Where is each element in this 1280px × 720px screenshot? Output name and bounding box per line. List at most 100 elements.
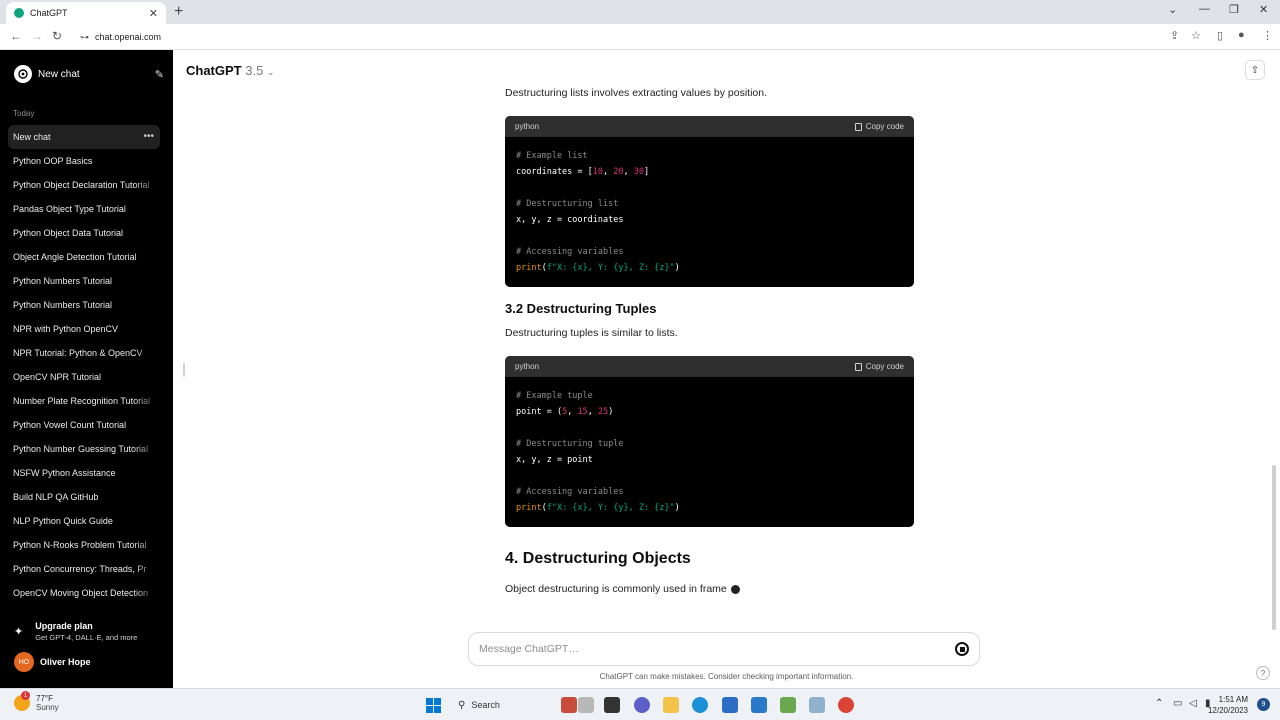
- compose-icon[interactable]: ✎: [155, 68, 164, 81]
- side-panel-icon[interactable]: ▯: [1217, 29, 1223, 42]
- code-text: ): [608, 407, 614, 417]
- paragraph-objects-text: Object destructuring is commonly used in…: [505, 583, 727, 595]
- vscode-icon[interactable]: [751, 697, 767, 713]
- history-item[interactable]: Number Plate Recognition Tutorial: [8, 389, 160, 413]
- bookmark-star-icon[interactable]: ☆: [1191, 29, 1201, 42]
- disclaimer-text: ChatGPT can make mistakes. Consider chec…: [599, 672, 854, 681]
- new-chat-label: New chat: [38, 68, 80, 80]
- chat-icon[interactable]: [634, 697, 650, 713]
- text-fade: [134, 461, 160, 485]
- sidebar-toggle-handle[interactable]: [183, 363, 185, 377]
- volume-icon[interactable]: ◁: [1189, 698, 1197, 709]
- share-chat-button[interactable]: ⇧: [1245, 60, 1265, 80]
- upload-icon: ⇧: [1250, 64, 1260, 76]
- history-item[interactable]: Python Vowel Count Tutorial: [8, 413, 160, 437]
- history-item-label: OpenCV Moving Object Detection: [13, 588, 149, 598]
- upgrade-plan-button[interactable]: ✦ Upgrade plan Get GPT-4, DALL·E, and mo…: [14, 621, 137, 642]
- scrollbar[interactable]: [1272, 465, 1276, 630]
- history-item[interactable]: Python Number Guessing Tutorial: [8, 437, 160, 461]
- history-item-label: Python Numbers Tutorial: [13, 300, 113, 310]
- new-tab-icon[interactable]: +: [174, 3, 183, 21]
- history-item[interactable]: Python Numbers Tutorial: [8, 269, 160, 293]
- windows-start-icon[interactable]: [426, 698, 441, 713]
- restore-icon[interactable]: ❐: [1229, 3, 1239, 16]
- stop-generating-button[interactable]: [955, 642, 969, 656]
- history-item[interactable]: Python OOP Basics: [8, 149, 160, 173]
- history-item[interactable]: NPR Tutorial: Python & OpenCV: [8, 341, 160, 365]
- app-icon-4[interactable]: [809, 697, 825, 713]
- section-heading-objects: 4. Destructuring Objects: [505, 550, 691, 567]
- copy-code-button[interactable]: Copy code: [854, 122, 904, 131]
- paragraph-objects: Object destructuring is commonly used in…: [505, 583, 740, 595]
- history-item[interactable]: Python Object Declaration Tutorial: [8, 173, 160, 197]
- code-text: x, y, z = point: [516, 455, 593, 465]
- store-icon[interactable]: [722, 697, 738, 713]
- model-version: 3.5: [245, 63, 264, 78]
- history-item-label: OpenCV NPR Tutorial: [13, 372, 102, 382]
- minimize-icon[interactable]: —: [1199, 3, 1210, 15]
- task-view-icon[interactable]: [604, 697, 620, 713]
- history-item-label: NPR with Python OpenCV: [13, 324, 119, 334]
- history-item[interactable]: Object Angle Detection Tutorial: [8, 245, 160, 269]
- profile-icon[interactable]: ●: [1238, 29, 1245, 41]
- text-fade: [134, 389, 160, 413]
- history-item-active[interactable]: New chat •••: [8, 125, 160, 149]
- model-name: ChatGPT: [186, 63, 242, 78]
- share-page-icon[interactable]: ⇪: [1170, 29, 1179, 42]
- history-item[interactable]: Build NLP QA GitHub: [8, 485, 160, 509]
- history-item[interactable]: OpenCV NPR Tutorial: [8, 365, 160, 389]
- url-field[interactable]: ⊶ chat.openai.com: [80, 27, 1200, 47]
- code-block-tuple: python Copy code # Example tuple point =…: [505, 356, 914, 527]
- app-icon-2[interactable]: [578, 697, 594, 713]
- history-item[interactable]: NSFW Python Assistance: [8, 461, 160, 485]
- reload-icon[interactable]: ↻: [52, 29, 62, 43]
- history-item[interactable]: Python Concurrency: Threads, Pr: [8, 557, 160, 581]
- notification-badge[interactable]: 9: [1257, 698, 1270, 711]
- text-fade: [134, 533, 160, 557]
- text-fade: [134, 221, 160, 245]
- address-bar-row: ← → ↻ ⊶ chat.openai.com ⇪ ☆ ▯ ● ⋮: [0, 24, 1280, 50]
- copy-code-label: Copy code: [865, 122, 904, 131]
- history-item-label: Python Numbers Tutorial: [13, 276, 113, 286]
- tab-search-icon[interactable]: ⌄: [1168, 3, 1177, 16]
- message-input[interactable]: [479, 643, 955, 655]
- tray-chevron-icon[interactable]: ⌃: [1155, 698, 1163, 709]
- close-tab-icon[interactable]: ✕: [149, 7, 158, 20]
- sun-icon: 1: [14, 691, 30, 711]
- copy-code-button[interactable]: Copy code: [854, 362, 904, 371]
- history-item[interactable]: OpenCV Moving Object Detection: [8, 581, 160, 605]
- browser-menu-icon[interactable]: ⋮: [1262, 29, 1273, 42]
- history-item[interactable]: Python Numbers Tutorial: [8, 293, 160, 317]
- history-item[interactable]: Python N-Rooks Problem Tutorial: [8, 533, 160, 557]
- browser-tab[interactable]: ChatGPT ✕: [6, 2, 166, 24]
- upgrade-subtitle: Get GPT-4, DALL·E, and more: [35, 633, 138, 642]
- main-panel: ChatGPT 3.5 ⌄ ⇧ Destructuring lists invo…: [173, 50, 1280, 688]
- back-icon[interactable]: ←: [10, 29, 22, 43]
- text-fade: [134, 413, 160, 437]
- upgrade-title: Upgrade plan: [35, 621, 93, 631]
- weather-widget[interactable]: 1 77°F Sunny: [14, 691, 59, 712]
- site-info-icon[interactable]: ⊶: [80, 32, 89, 43]
- code-body: # Example list coordinates = [10, 20, 30…: [516, 151, 680, 273]
- sparkle-icon: ✦: [14, 626, 24, 638]
- app-icon-3[interactable]: [780, 697, 796, 713]
- forward-icon[interactable]: →: [31, 29, 43, 43]
- taskbar-clock[interactable]: 1:51 AM 12/20/2023: [1208, 694, 1248, 716]
- edge-icon[interactable]: [692, 697, 708, 713]
- chrome-icon[interactable]: [838, 697, 854, 713]
- file-explorer-icon[interactable]: [663, 697, 679, 713]
- history-item[interactable]: Python Object Data Tutorial: [8, 221, 160, 245]
- close-window-icon[interactable]: ✕: [1259, 3, 1268, 16]
- user-menu[interactable]: HO Oliver Hope: [14, 652, 91, 672]
- new-chat-button[interactable]: New chat ✎: [8, 62, 164, 86]
- history-item[interactable]: NLP Python Quick Guide: [8, 509, 160, 533]
- more-options-icon[interactable]: •••: [143, 125, 154, 149]
- history-item[interactable]: NPR with Python OpenCV: [8, 317, 160, 341]
- history-item-label: NSFW Python Assistance: [13, 468, 116, 478]
- history-item[interactable]: Pandas Object Type Tutorial: [8, 197, 160, 221]
- model-selector[interactable]: ChatGPT 3.5 ⌄: [186, 63, 275, 78]
- help-button[interactable]: ?: [1256, 666, 1270, 680]
- code-number: 5: [562, 407, 568, 417]
- network-icon[interactable]: ▭: [1173, 698, 1182, 709]
- app-icon-1[interactable]: [561, 697, 577, 713]
